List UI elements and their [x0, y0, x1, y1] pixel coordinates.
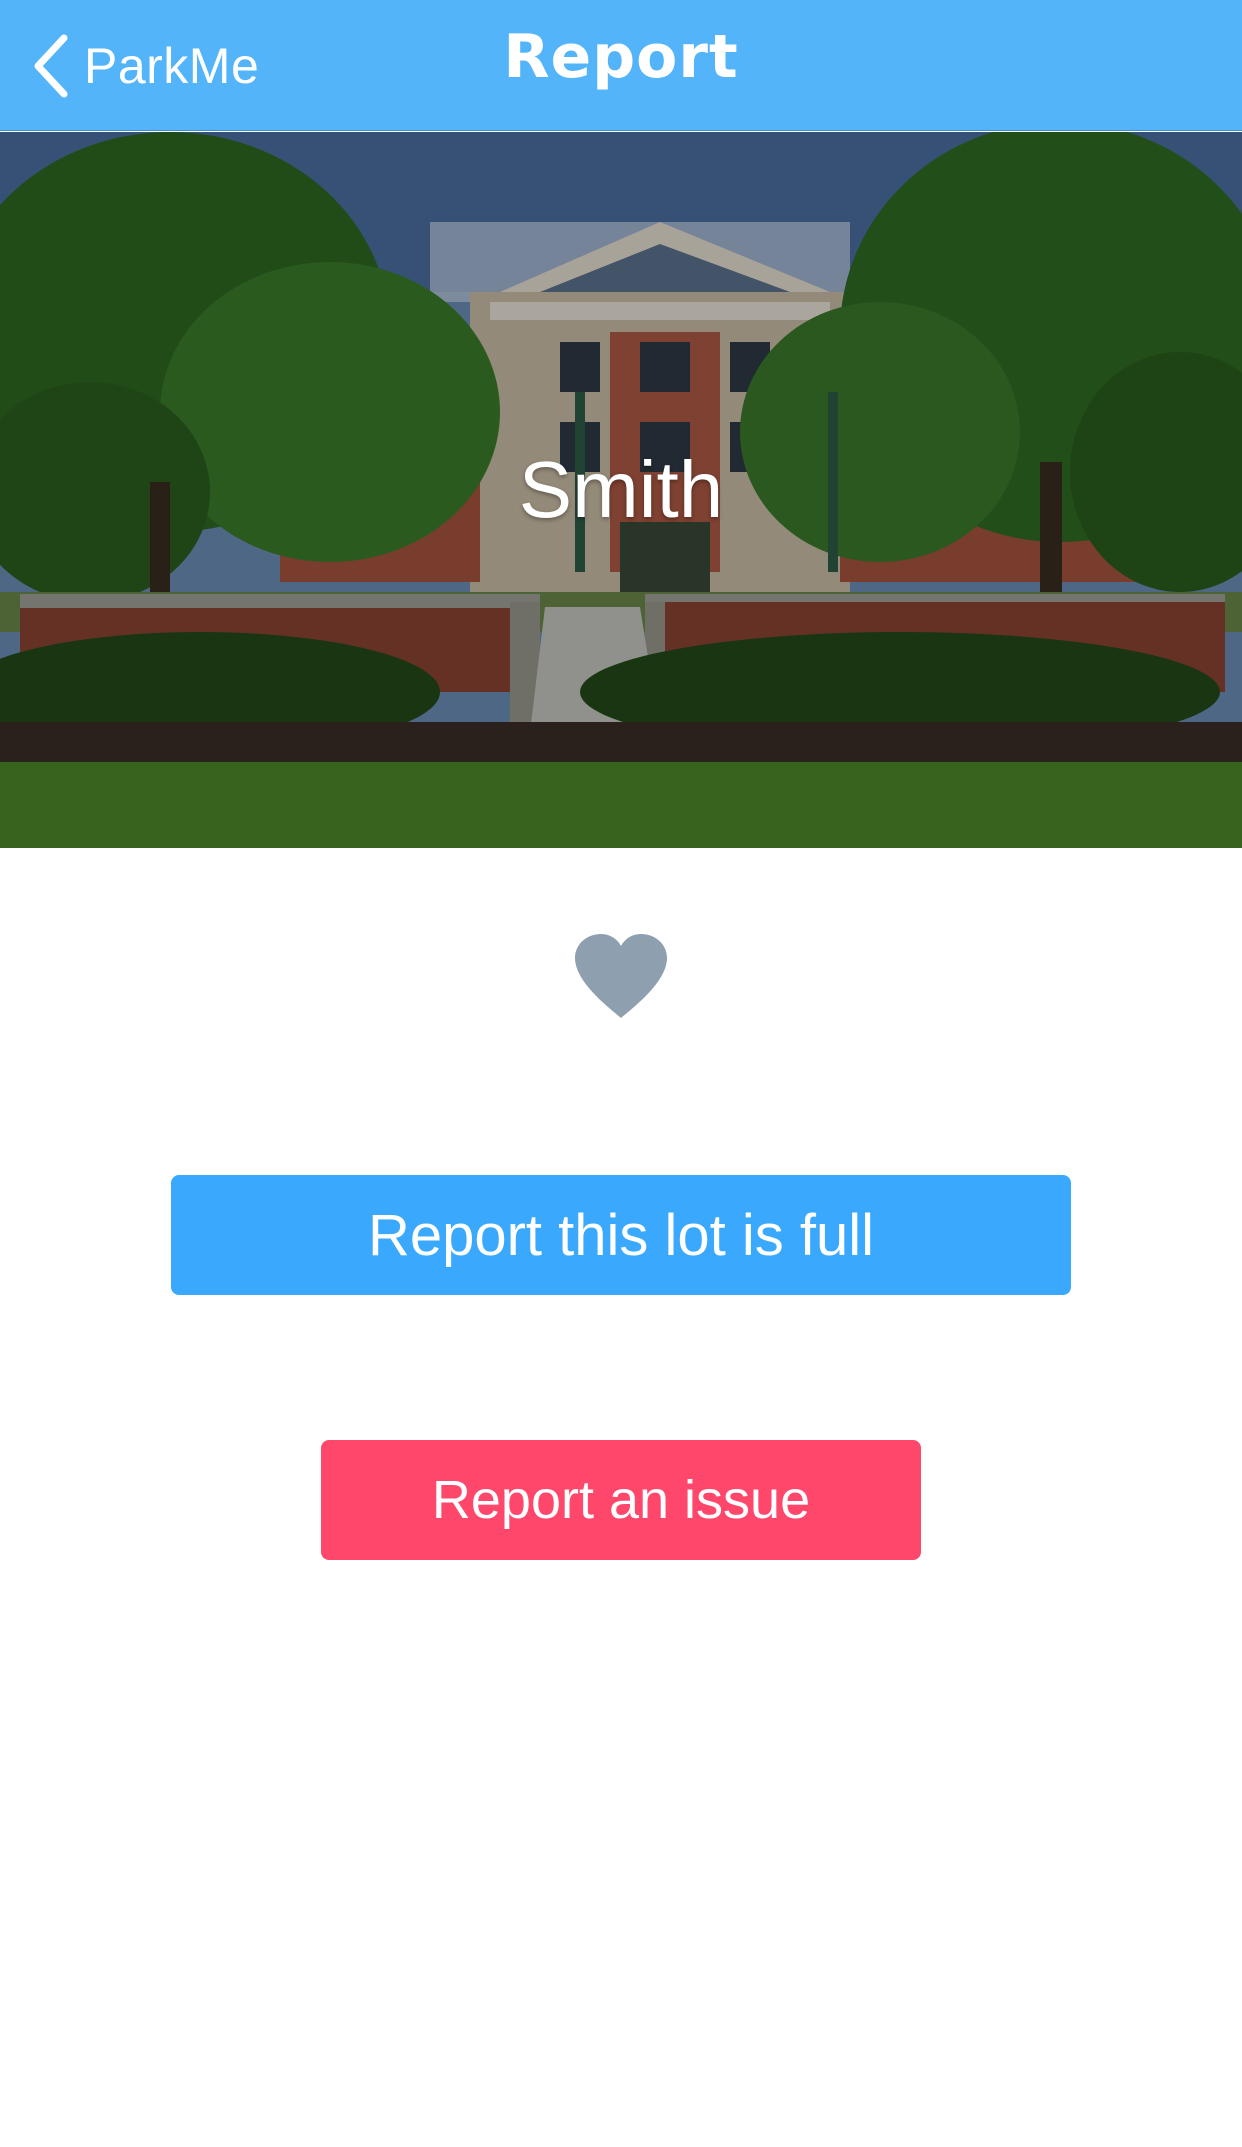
- favorite-button[interactable]: [571, 932, 671, 1022]
- lot-hero-image: Smith: [0, 132, 1242, 848]
- navigation-bar: ParkMe Report: [0, 0, 1242, 131]
- lot-name: Smith: [518, 445, 724, 534]
- heart-icon: [571, 932, 671, 1022]
- report-screen: ParkMe Report Smith Report this lot is f…: [0, 0, 1242, 2147]
- report-lot-full-button[interactable]: Report this lot is full: [171, 1175, 1071, 1295]
- report-issue-button[interactable]: Report an issue: [321, 1440, 921, 1560]
- page-title: Report: [503, 22, 739, 92]
